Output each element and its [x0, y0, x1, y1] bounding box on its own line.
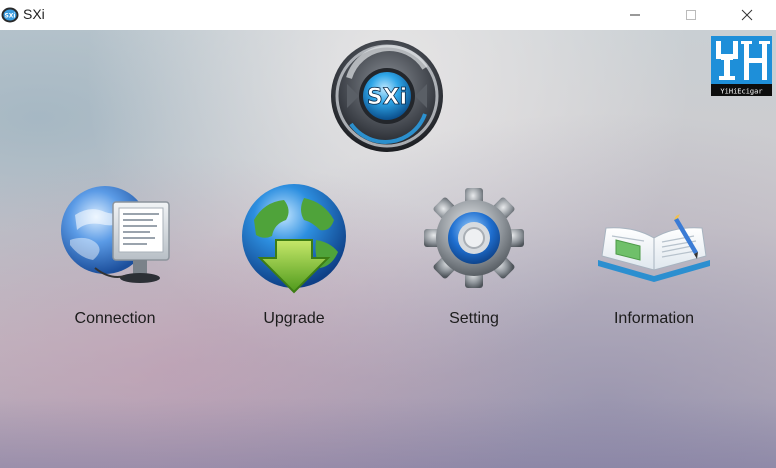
connection-label: Connection [74, 310, 156, 327]
svg-text:SXi: SXi [367, 85, 407, 110]
information-label: Information [613, 310, 695, 327]
computer-globe-icon [61, 186, 170, 283]
upgrade-button[interactable]: Upgrade [219, 180, 369, 340]
maximize-button[interactable] [668, 0, 714, 30]
sxi-logo-icon: SXi [331, 40, 443, 152]
information-button[interactable]: Information [579, 180, 729, 340]
setting-label: Setting [449, 310, 499, 327]
gear-icon [424, 188, 524, 288]
svg-text:SXi: SXi [4, 13, 15, 20]
title-bar: SXi SXi [0, 0, 776, 30]
svg-text:YiHiEcigar: YiHiEcigar [720, 88, 762, 96]
upgrade-label: Upgrade [263, 310, 325, 327]
maximize-icon [686, 10, 696, 20]
open-book-icon [598, 214, 710, 282]
connection-button[interactable]: Connection [40, 180, 190, 340]
yihi-brand-logo: YiHiEcigar [711, 36, 772, 96]
close-icon [741, 9, 753, 21]
close-button[interactable] [724, 0, 770, 30]
minimize-icon [630, 14, 640, 16]
minimize-button[interactable] [612, 0, 658, 30]
globe-download-icon [242, 184, 346, 294]
main-panel: SXi YiHiEcigar Connection Upgrade Settin… [0, 30, 776, 468]
window-title: SXi [23, 6, 45, 22]
app-icon: SXi [1, 7, 19, 23]
setting-button[interactable]: Setting [399, 180, 549, 340]
